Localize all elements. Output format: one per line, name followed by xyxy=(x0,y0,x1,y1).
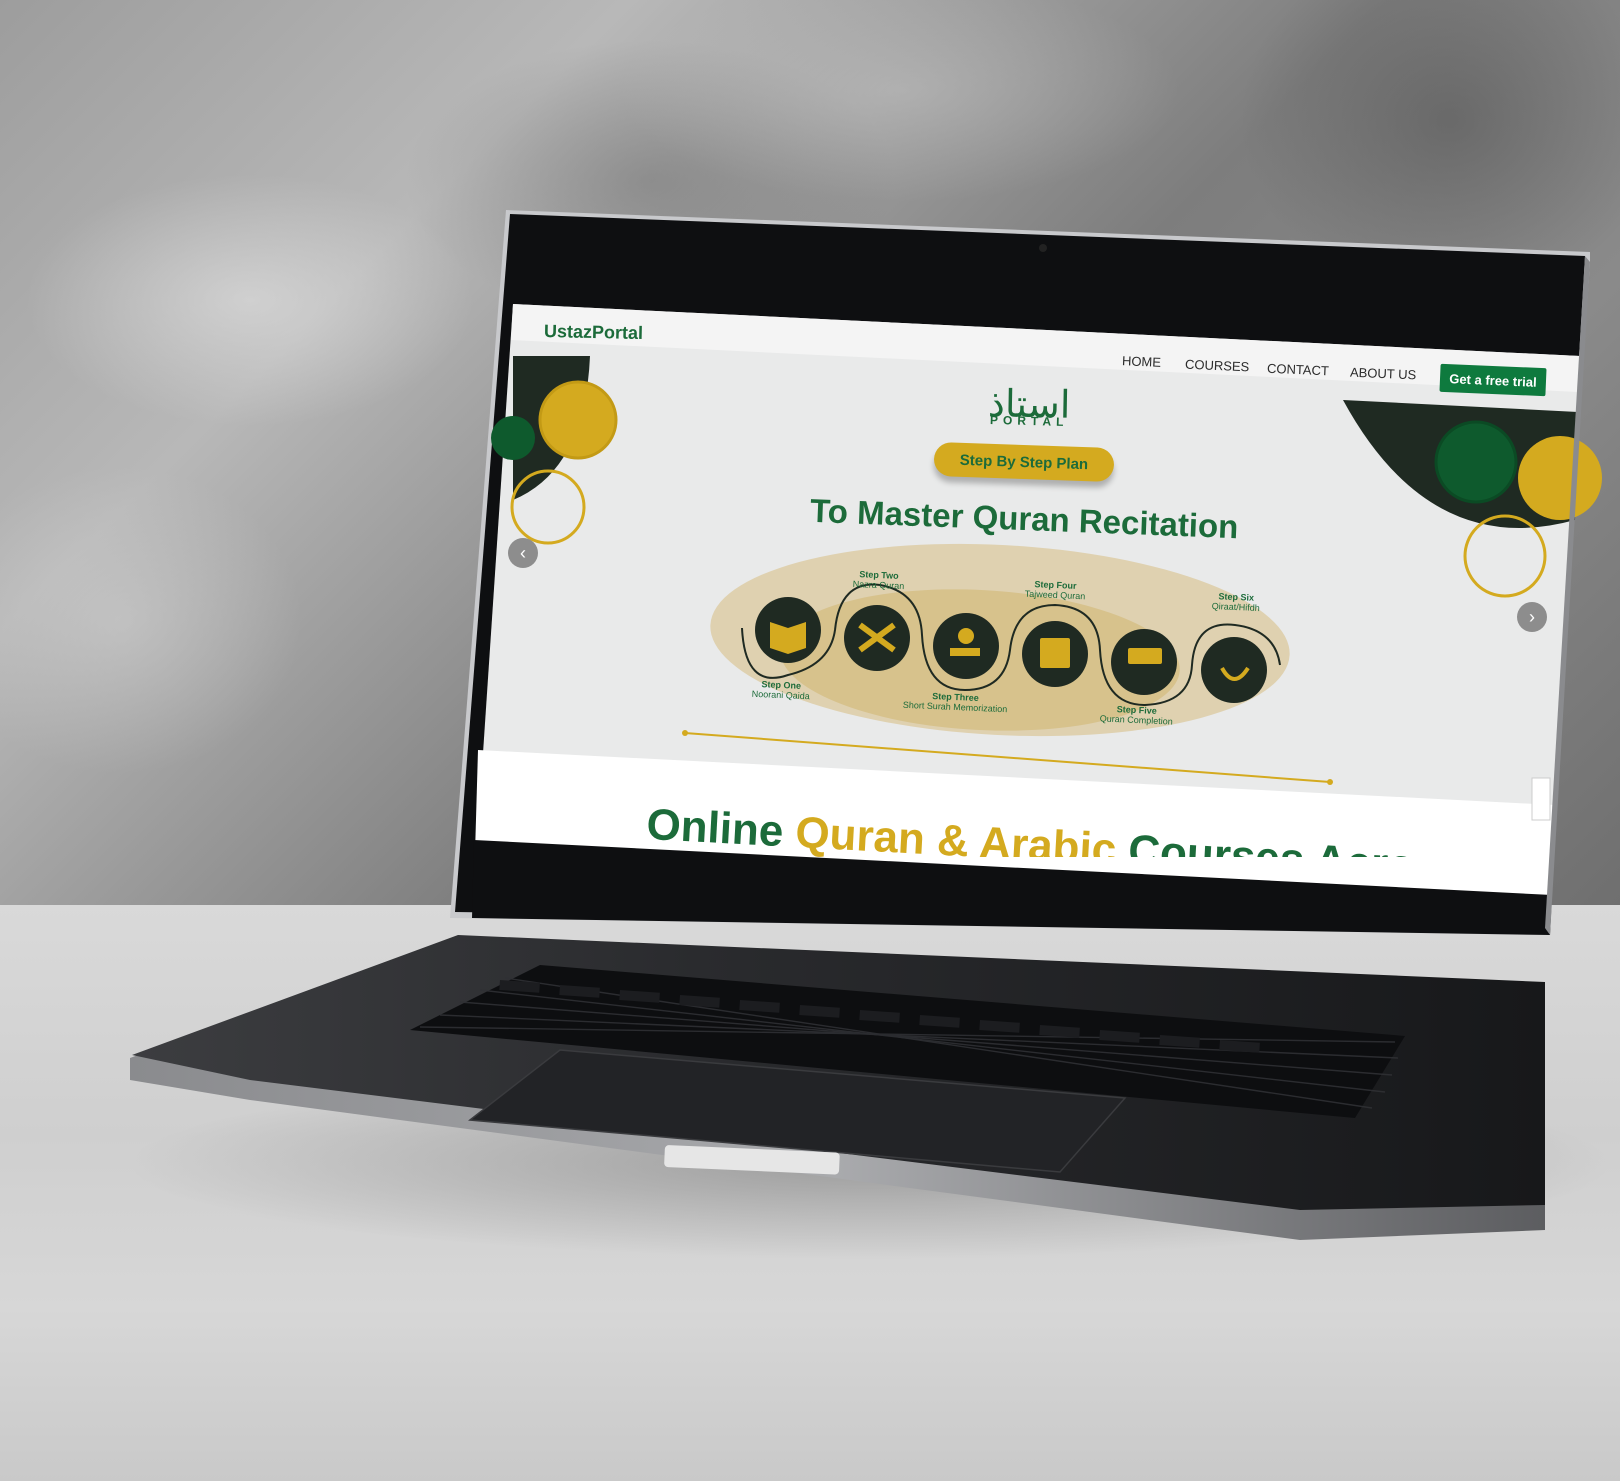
step-four-label: Step Four Tajweed Quran xyxy=(1024,579,1086,602)
step-three-label: Step Three Short Surah Memorization xyxy=(902,690,1008,715)
chevron-left-icon: ‹ xyxy=(520,542,526,563)
brand-portal-label: PORTAL xyxy=(989,412,1069,430)
nav-about[interactable]: ABOUT US xyxy=(1350,365,1417,383)
step-five-label: Step Five Quran Completion xyxy=(1099,704,1174,727)
section-two-clip: Online Quran & Arabic Courses Across xyxy=(474,800,1554,857)
free-trial-button[interactable]: Get a free trial xyxy=(1439,363,1547,397)
carousel-next-button[interactable]: › xyxy=(1517,602,1547,632)
hero-headline: To Master Quran Recitation xyxy=(809,491,1240,546)
website-screen: UstazPortal HOME COURSES CONTACT ABOUT U… xyxy=(0,0,1620,1481)
step-plan-badge: Step By Step Plan xyxy=(933,441,1115,483)
nav-contact[interactable]: CONTACT xyxy=(1267,361,1329,379)
nav-courses[interactable]: COURSES xyxy=(1185,357,1250,375)
step-two-label: Step Two Nazra Quran xyxy=(852,569,905,592)
carousel-prev-button[interactable]: ‹ xyxy=(508,538,538,568)
nav-home[interactable]: HOME xyxy=(1122,353,1162,370)
step-six-label: Step Six Qiraat/Hifdh xyxy=(1211,591,1261,614)
step-one-label: Step One Noorani Qaida xyxy=(751,679,811,702)
chevron-right-icon: › xyxy=(1529,606,1535,627)
site-logo[interactable]: UstazPortal xyxy=(544,321,643,344)
courses-heading: Online Quran & Arabic Courses Across xyxy=(645,800,1465,857)
